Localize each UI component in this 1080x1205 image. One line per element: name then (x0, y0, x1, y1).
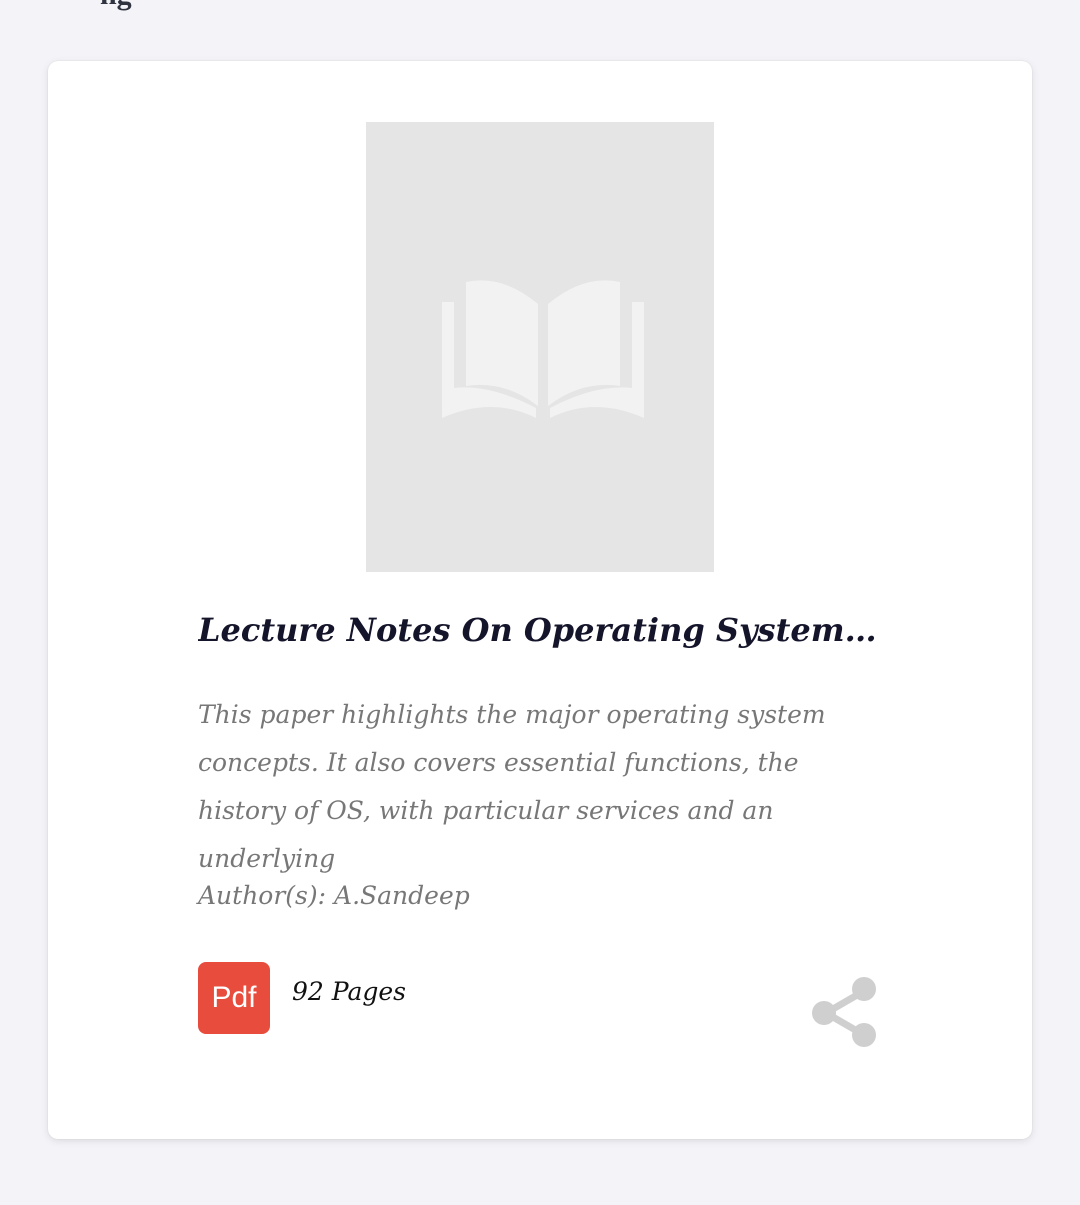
document-card[interactable]: Lecture Notes On Operating System by ...… (48, 61, 1032, 1139)
page-count: 92 Pages (292, 977, 406, 1006)
page-heading-fragment: ng (100, 0, 132, 12)
share-button[interactable] (808, 973, 884, 1049)
document-description: This paper highlights the major operatin… (198, 700, 826, 873)
open-book-icon (442, 280, 644, 418)
pdf-icon: Pdf (198, 962, 270, 1034)
share-icon (812, 977, 876, 1047)
document-title[interactable]: Lecture Notes On Operating System by ... (198, 611, 878, 649)
document-cover[interactable] (366, 122, 714, 572)
document-authors: Author(s): A.Sandeep (198, 881, 470, 910)
